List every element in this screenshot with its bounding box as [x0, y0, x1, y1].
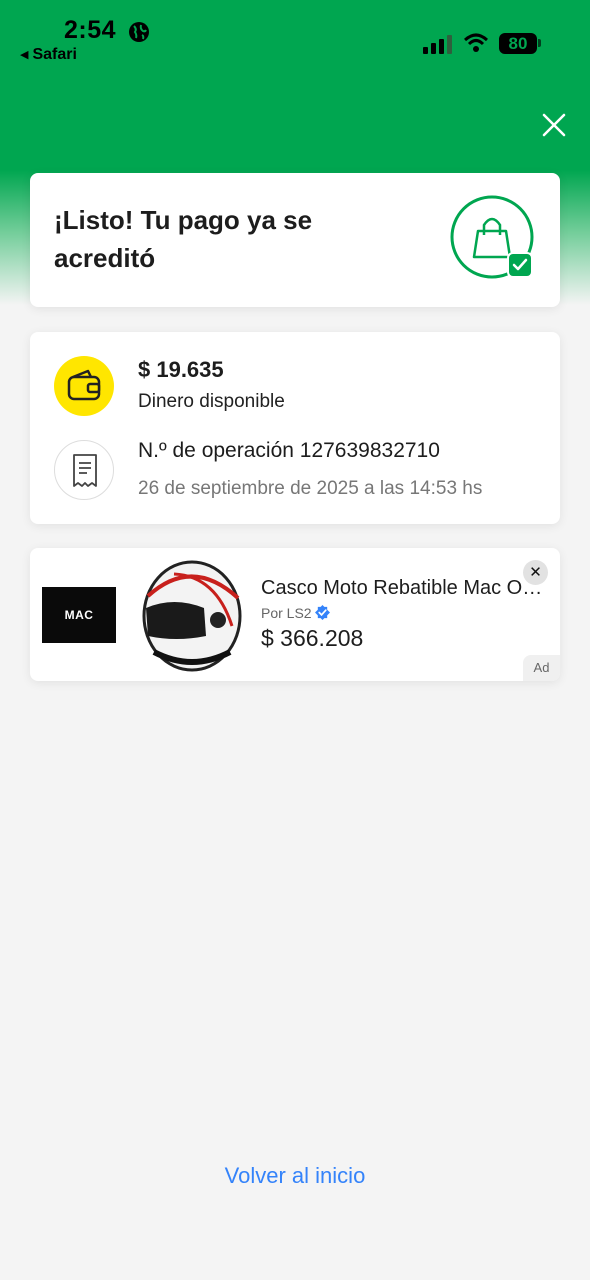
brand-logo: MAC [42, 587, 116, 643]
operation-number: N.º de operación 127639832710 [138, 439, 440, 462]
success-title: ¡Listo! Tu pago ya se acreditó [54, 205, 313, 273]
close-icon[interactable] [540, 111, 568, 139]
back-to-app-link[interactable]: ◀ Safari [20, 46, 77, 64]
globe-icon [129, 22, 149, 42]
battery-indicator: 80 [499, 33, 537, 54]
status-time: 2:54 [64, 16, 117, 44]
ad-close-button[interactable]: ✕ [523, 560, 548, 585]
ad-seller-name: Por LS2 [261, 605, 312, 621]
cellular-signal-icon [423, 35, 452, 54]
ad-badge: Ad [523, 655, 560, 681]
verified-badge-icon [314, 605, 330, 620]
payment-success-card: ¡Listo! Tu pago ya se acreditó [30, 173, 560, 307]
back-app-label: Safari [32, 46, 77, 63]
helmet-product-image[interactable] [134, 556, 246, 672]
ad-seller: Por LS2 [261, 605, 330, 621]
wifi-icon [464, 33, 488, 52]
wallet-icon [67, 369, 101, 401]
back-to-home-link[interactable]: Volver al inicio [0, 1163, 590, 1189]
status-bar: 2:54 ◀ Safari 80 [0, 0, 590, 70]
available-amount-label: Dinero disponible [138, 391, 285, 412]
battery-nub [538, 39, 541, 47]
receipt-icon [73, 454, 97, 487]
ad-title[interactable]: Casco Moto Rebatible Mac Octane [261, 577, 545, 600]
operation-date: 26 de septiembre de 2025 a las 14:53 hs [138, 478, 483, 499]
brand-logo-text: MAC [64, 608, 94, 622]
ad-card[interactable]: MAC Casco Moto Rebatible Mac Octane Por … [30, 548, 560, 681]
available-amount: $ 19.635 [138, 357, 224, 382]
shopping-bag-check-icon [450, 195, 534, 279]
wallet-icon-container [54, 356, 114, 416]
ad-price: $ 366.208 [261, 625, 364, 651]
payment-details-card: $ 19.635 Dinero disponible N.º de operac… [30, 332, 560, 524]
receipt-icon-container [54, 440, 114, 500]
